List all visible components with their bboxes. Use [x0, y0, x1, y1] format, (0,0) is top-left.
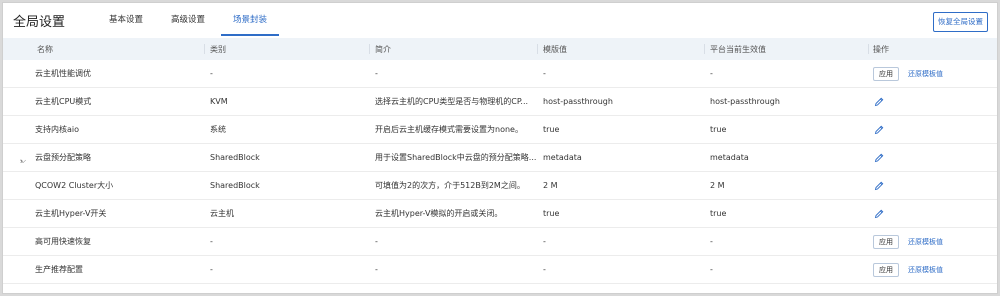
setting-actions — [868, 144, 997, 171]
group-current-value: - — [710, 69, 713, 78]
setting-name: 云主机CPU模式 — [35, 97, 92, 106]
setting-actions — [868, 116, 997, 143]
group-current-value: - — [710, 237, 713, 246]
edit-icon[interactable] — [873, 208, 885, 220]
column-header-current-value: 平台当前生效值 — [704, 38, 868, 60]
column-header-name: 名称 — [37, 44, 53, 54]
setting-category: 系统 — [210, 125, 226, 134]
edit-icon[interactable] — [873, 180, 885, 192]
group-row: › 生产推荐配置 - - - - 应用 还原模板值 — [3, 157, 997, 284]
edit-icon[interactable] — [873, 124, 885, 136]
column-header-description: 简介 — [369, 38, 537, 60]
apply-button[interactable]: 应用 — [873, 66, 899, 81]
table-row: 云盘预分配策略 SharedBlock 用于设置SharedBlock中云盘的预分配… — [3, 144, 997, 172]
setting-name: 云盘预分配策略 — [35, 153, 91, 162]
apply-button[interactable]: 应用 — [873, 234, 899, 249]
setting-description: 可填值为2的次方，介于512B到2M之间。 — [375, 181, 525, 190]
group-description: - — [375, 69, 378, 78]
column-header-category: 类别 — [204, 38, 369, 60]
setting-current-value: true — [710, 125, 727, 134]
tab-scenario-package[interactable]: 场景封装 — [219, 3, 281, 36]
restore-template-link[interactable]: 还原模板值 — [908, 265, 943, 275]
setting-description: 选择云主机的CPU类型是否与物理机的CP... — [375, 97, 529, 106]
group-actions: 应用 还原模板值 — [868, 60, 997, 87]
group-template-value: - — [543, 237, 546, 246]
setting-template-value: host-passthrough — [543, 97, 613, 106]
setting-actions — [868, 88, 997, 115]
setting-description: 云主机Hyper-V模拟的开启或关闭。 — [375, 209, 503, 218]
column-header-actions: 操作 — [868, 38, 997, 60]
tab-bar: 基本设置 高级设置 场景封装 — [95, 3, 281, 36]
setting-template-value: metadata — [543, 153, 582, 162]
setting-current-value: metadata — [710, 153, 749, 162]
group-template-value: - — [543, 265, 546, 274]
table-row: 云主机CPU模式 KVM 选择云主机的CPU类型是否与物理机的CP... host-p… — [3, 88, 997, 116]
edit-icon[interactable] — [873, 152, 885, 164]
setting-actions — [868, 172, 997, 199]
tab-basic-settings[interactable]: 基本设置 — [95, 3, 157, 36]
page-title: 全局设置 — [13, 15, 66, 30]
setting-category: KVM — [210, 97, 228, 106]
setting-name: QCOW2 Cluster大小 — [35, 181, 114, 190]
setting-name: 云主机Hyper-V开关 — [35, 209, 107, 218]
restore-global-settings-button[interactable]: 恢复全局设置 — [933, 12, 988, 32]
table-row: 支持内核aio 系统 开启后云主机缓存模式需要设置为none。 true true — [3, 116, 997, 144]
setting-category: SharedBlock — [210, 153, 260, 162]
group-name: 云主机性能调优 — [35, 69, 91, 78]
group-category: - — [210, 265, 213, 274]
edit-icon[interactable] — [873, 96, 885, 108]
group-category: - — [210, 237, 213, 246]
table-row: 云主机Hyper-V开关 云主机 云主机Hyper-V模拟的开启或关闭。 true tr… — [3, 200, 997, 228]
restore-template-link[interactable]: 还原模板值 — [908, 69, 943, 79]
group-name: 生产推荐配置 — [35, 265, 83, 274]
table-row: QCOW2 Cluster大小 SharedBlock 可填值为2的次方，介于512… — [3, 172, 997, 200]
header: 全局设置 基本设置 高级设置 场景封装 恢复全局设置 — [3, 3, 997, 38]
settings-window: 全局设置 基本设置 高级设置 场景封装 恢复全局设置 名称 类别 简介 模版值 … — [2, 2, 998, 294]
setting-name: 支持内核aio — [35, 125, 80, 134]
table-header: 名称 类别 简介 模版值 平台当前生效值 操作 — [3, 38, 997, 60]
group-row: ⌵ 云主机性能调优 - - - - 应用 还原模板值 — [3, 60, 997, 165]
group-description: - — [375, 237, 378, 246]
setting-current-value: 2 M — [710, 181, 725, 190]
setting-template-value: true — [543, 209, 560, 218]
group-actions: 应用 还原模板值 — [868, 228, 997, 255]
tab-advanced-settings[interactable]: 高级设置 — [157, 3, 219, 36]
setting-actions — [868, 200, 997, 227]
setting-current-value: true — [710, 209, 727, 218]
setting-category: SharedBlock — [210, 181, 260, 190]
setting-template-value: true — [543, 125, 560, 134]
group-description: - — [375, 265, 378, 274]
restore-template-link[interactable]: 还原模板值 — [908, 237, 943, 247]
setting-template-value: 2 M — [543, 181, 558, 190]
setting-category: 云主机 — [210, 209, 234, 218]
group-actions: 应用 还原模板值 — [868, 256, 997, 283]
setting-description: 开启后云主机缓存模式需要设置为none。 — [375, 125, 523, 134]
group-category: - — [210, 69, 213, 78]
group-current-value: - — [710, 265, 713, 274]
table-body: ⌵ 云主机性能调优 - - - - 应用 还原模板值 云主机CPU模式 KVM 选择云主机的CPU类… — [3, 60, 997, 284]
settings-table: 名称 类别 简介 模版值 平台当前生效值 操作 ⌵ 云主机性能调优 - - - - 应用 还原… — [3, 38, 997, 284]
group-name: 高可用快速恢复 — [35, 237, 91, 246]
group-template-value: - — [543, 69, 546, 78]
chevron-right-icon[interactable]: › — [20, 157, 23, 166]
setting-current-value: host-passthrough — [710, 97, 780, 106]
group-row: › 高可用快速恢复 - - - - 应用 还原模板值 — [3, 157, 997, 256]
setting-description: 用于设置SharedBlock中云盘的预分配策略... — [375, 153, 537, 162]
column-header-template-value: 模版值 — [537, 38, 704, 60]
apply-button[interactable]: 应用 — [873, 262, 899, 277]
